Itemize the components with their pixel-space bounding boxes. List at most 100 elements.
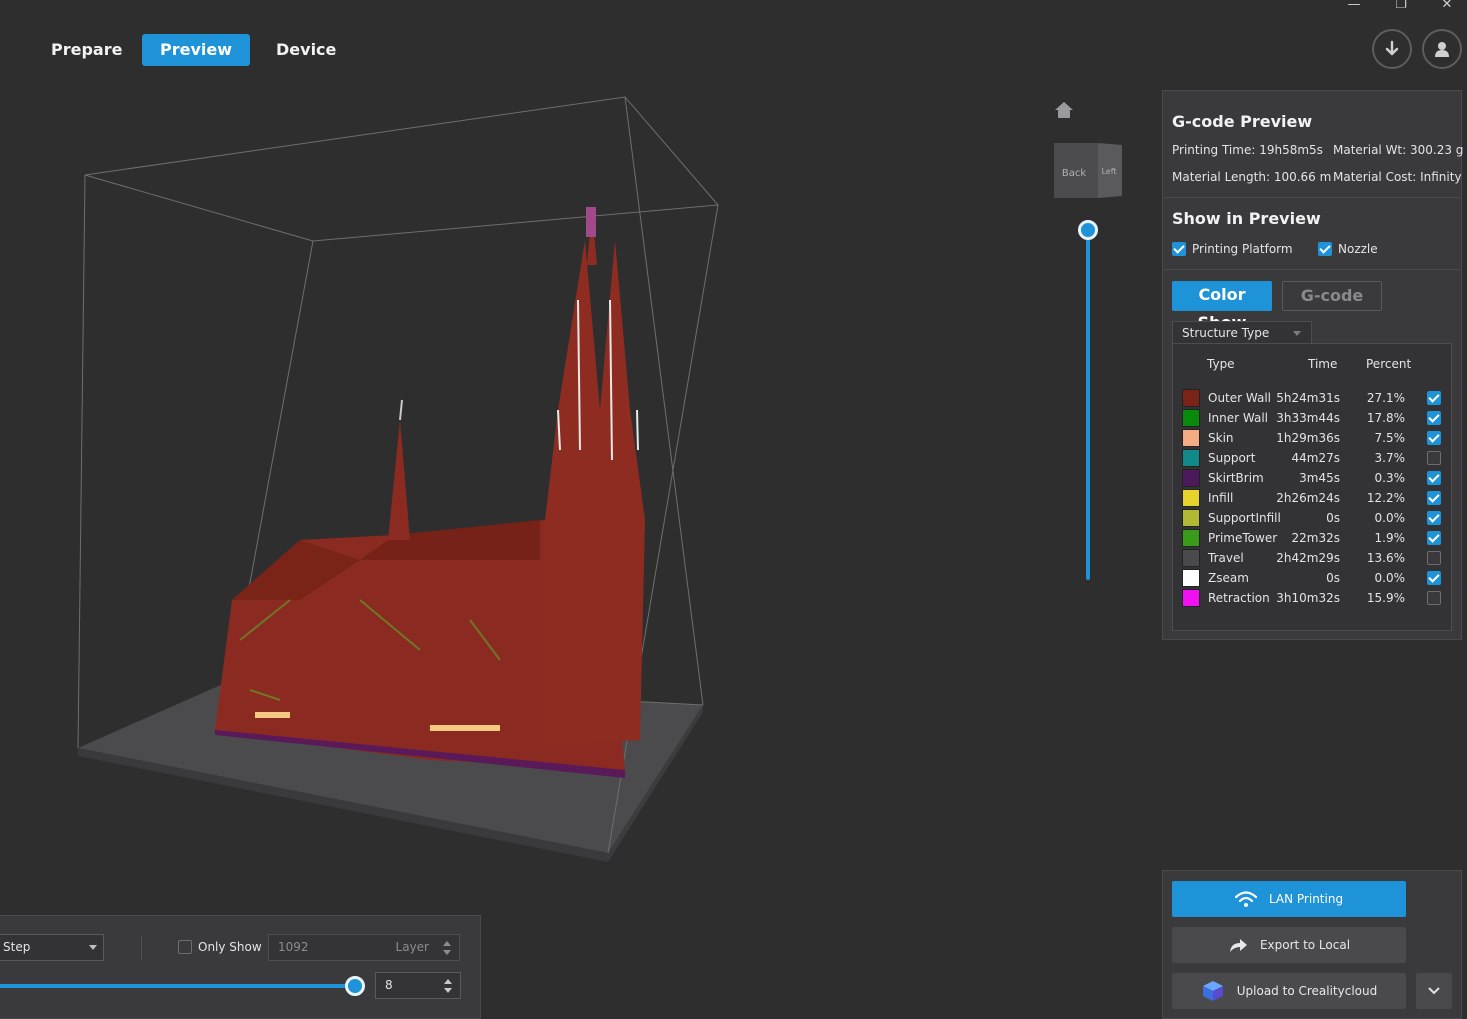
legend-visibility-checkbox[interactable] (1427, 571, 1441, 585)
legend-percent: 7.5% (1374, 431, 1406, 445)
legend-type: Skin (1208, 431, 1234, 445)
only-show-label: Only Show (198, 940, 262, 954)
step-slider-handle[interactable] (345, 976, 365, 996)
color-swatch (1182, 569, 1200, 587)
view-cube[interactable]: Back Left (1054, 143, 1124, 198)
spin-down-icon[interactable] (443, 950, 451, 955)
only-show-checkbox[interactable]: Only Show (178, 940, 262, 954)
legend-type: Travel (1208, 551, 1244, 565)
legend-header-time: Time (1308, 357, 1338, 371)
tab-device[interactable]: Device (276, 34, 336, 66)
legend-row: Inner Wall 3h33m44s 17.8% (1173, 408, 1453, 428)
color-swatch (1182, 469, 1200, 487)
color-swatch (1182, 429, 1200, 447)
legend-time: 3m45s (1299, 471, 1340, 485)
printing-platform-checkbox[interactable]: Printing Platform (1172, 242, 1293, 256)
legend-time: 0s (1326, 571, 1340, 585)
legend-visibility-checkbox[interactable] (1427, 411, 1441, 425)
model-scene (77, 96, 720, 862)
layer-vertical-slider-handle[interactable] (1078, 220, 1098, 240)
spin-up-icon[interactable] (444, 979, 452, 984)
legend-row: PrimeTower 22m32s 1.9% (1173, 528, 1453, 548)
export-local-button[interactable]: Export to Local (1172, 927, 1406, 963)
legend-visibility-checkbox[interactable] (1427, 531, 1441, 545)
color-swatch (1182, 389, 1200, 407)
layer-value: 1092 (278, 940, 309, 954)
sliced-model (215, 207, 645, 778)
3d-viewport[interactable] (0, 85, 1160, 915)
legend-visibility-checkbox[interactable] (1427, 391, 1441, 405)
legend-header-percent: Percent (1366, 357, 1412, 371)
printing-time: Printing Time: 19h58m5s (1172, 143, 1323, 157)
upload-cloud-button[interactable]: Upload to Crealitycloud (1172, 973, 1406, 1009)
legend-percent: 0.0% (1374, 571, 1406, 585)
legend-time: 44m27s (1291, 451, 1340, 465)
legend-time: 0s (1326, 511, 1340, 525)
divider (141, 936, 142, 960)
download-button[interactable] (1372, 29, 1412, 69)
legend-visibility-checkbox[interactable] (1427, 591, 1441, 605)
account-button[interactable] (1422, 29, 1462, 69)
gcode-button[interactable]: G-code (1282, 281, 1382, 311)
close-button[interactable]: ✕ (1437, 0, 1457, 12)
color-swatch (1182, 509, 1200, 527)
structure-type-select[interactable]: Structure Type (1172, 321, 1312, 345)
legend-percent: 0.0% (1374, 511, 1406, 525)
legend-percent: 15.9% (1366, 591, 1405, 605)
legend-visibility-checkbox[interactable] (1427, 451, 1441, 465)
tab-preview[interactable]: Preview (142, 34, 251, 66)
wifi-icon (1234, 891, 1257, 907)
legend-time: 5h24m31s (1276, 391, 1340, 405)
legend-visibility-checkbox[interactable] (1427, 431, 1441, 445)
legend-time: 22m32s (1291, 531, 1340, 545)
legend-type: SupportInfill (1208, 511, 1281, 525)
legend-type: Outer Wall (1208, 391, 1272, 405)
spin-up-icon[interactable] (443, 941, 451, 946)
spin-down-icon[interactable] (444, 988, 452, 993)
top-bar: Prepare Preview Device — ❐ ✕ (0, 0, 1467, 90)
legend-type: Support (1208, 451, 1256, 465)
legend-visibility-checkbox[interactable] (1427, 491, 1441, 505)
legend-row: Infill 2h26m24s 12.2% (1173, 488, 1453, 508)
checkbox-icon (178, 940, 192, 954)
legend-row: Zseam 0s 0.0% (1173, 568, 1453, 588)
legend-row: Support 44m27s 3.7% (1173, 448, 1453, 468)
gcode-preview-panel: G-code Preview Printing Time: 19h58m5s M… (1162, 90, 1463, 640)
legend-type: SkirtBrim (1208, 471, 1264, 485)
legend-row: SupportInfill 0s 0.0% (1173, 508, 1453, 528)
restore-button[interactable]: ❐ (1391, 0, 1411, 12)
legend-percent: 1.9% (1374, 531, 1406, 545)
step-mode-label: Step (3, 940, 31, 954)
crealitycloud-icon (1202, 981, 1223, 1001)
divider (1164, 269, 1460, 270)
printing-platform-label: Printing Platform (1192, 242, 1293, 256)
legend-row: Outer Wall 5h24m31s 27.1% (1173, 388, 1453, 408)
material-length: Material Length: 100.66 m (1172, 170, 1332, 184)
divider (1164, 197, 1460, 198)
home-icon[interactable] (1053, 100, 1075, 120)
legend-visibility-checkbox[interactable] (1427, 471, 1441, 485)
show-in-preview-title: Show in Preview (1172, 209, 1321, 228)
legend-type: Infill (1208, 491, 1234, 505)
more-options-button[interactable] (1416, 973, 1452, 1009)
nozzle-checkbox[interactable]: Nozzle (1318, 242, 1378, 256)
color-swatch (1182, 529, 1200, 547)
legend-row: Retraction 3h10m32s 15.9% (1173, 588, 1453, 608)
legend-visibility-checkbox[interactable] (1427, 551, 1441, 565)
nozzle-label: Nozzle (1338, 242, 1378, 256)
color-swatch (1182, 589, 1200, 607)
minimize-button[interactable]: — (1344, 0, 1364, 12)
color-show-button[interactable]: Color Show (1172, 281, 1272, 332)
step-slider-track[interactable] (0, 984, 356, 988)
step-value: 8 (385, 978, 393, 992)
legend-visibility-checkbox[interactable] (1427, 511, 1441, 525)
user-icon (1435, 42, 1449, 57)
layer-vertical-slider[interactable] (1086, 230, 1090, 580)
tab-prepare[interactable]: Prepare (51, 34, 122, 66)
step-mode-select[interactable]: Step (0, 934, 104, 961)
legend-type: Inner Wall (1208, 411, 1268, 425)
layer-input[interactable]: 1092 Layer (268, 934, 460, 961)
legend-percent: 17.8% (1366, 411, 1405, 425)
step-input[interactable]: 8 (375, 972, 461, 999)
lan-printing-button[interactable]: LAN Printing (1172, 881, 1406, 917)
